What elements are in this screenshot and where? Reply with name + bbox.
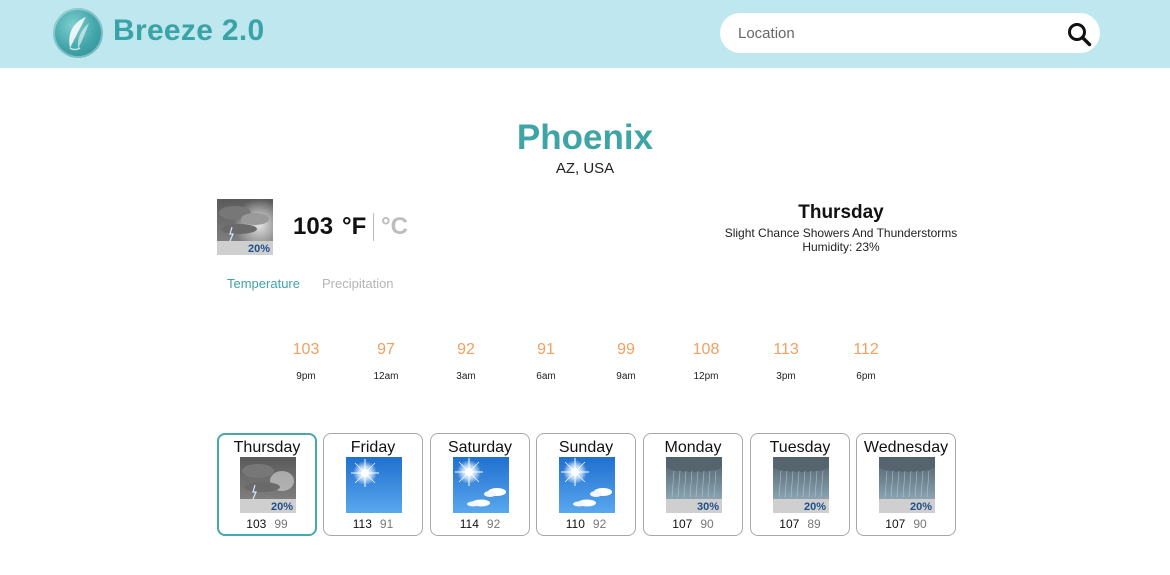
thunderstorm-icon: 20% [217,199,273,255]
day-low: 90 [913,517,927,531]
day-high: 103 [246,517,267,531]
hourly-item: 92 3am [436,341,496,382]
hourly-time: 9am [616,371,636,382]
hourly-item: 99 9am [596,341,656,382]
current-day: Thursday [798,202,884,223]
hourly-temp: 91 [537,341,555,358]
day-high: 110 [565,517,585,531]
day-name: Tuesday [769,439,831,456]
unit-celsius-toggle[interactable]: °C [381,213,408,241]
sunny-icon [346,457,402,513]
hourly-temp: 92 [457,341,475,358]
search-icon[interactable] [1066,21,1092,47]
day-low: 90 [700,517,714,531]
current-temperature: 103 [293,213,334,240]
hourly-time: 12pm [693,371,719,382]
day-high: 107 [779,517,800,531]
breeze-logo-icon[interactable] [53,8,103,58]
day-temps: 107 89 [751,517,849,531]
hourly-time: 9pm [296,371,316,382]
thunderstorm-icon: 20% [240,457,296,513]
brand-title[interactable]: Breeze 2.0 [113,14,264,48]
day-name: Sunday [558,439,614,456]
current-condition: Slight Chance Showers And Thunderstorms [724,226,958,240]
precip-chance-label: 20% [804,501,826,513]
precip-chance-label: 20% [271,501,293,513]
location-search-input[interactable] [738,21,1058,45]
day-high: 107 [885,517,906,531]
search-bar [720,13,1100,53]
day-name: Saturday [447,439,513,456]
day-temps: 114 92 [431,517,529,531]
day-card-thursday[interactable]: Thursday 20% 103 99 [217,433,317,536]
day-high: 107 [672,517,693,531]
current-summary: Thursday Slight Chance Showers And Thund… [700,202,982,254]
day-card-saturday[interactable]: Saturday 114 92 [430,433,530,536]
precip-chance-label: 20% [248,243,270,255]
day-high: 113 [352,517,372,531]
hourly-time: 6am [536,371,556,382]
hourly-temp: 97 [377,341,395,358]
day-name: Wednesday [863,439,949,456]
day-low: 92 [486,517,501,531]
rain-icon: 30% [666,457,722,513]
sunny-cloud-icon [559,457,615,513]
day-temps: 110 92 [537,517,635,531]
day-card-friday[interactable]: Friday 113 91 [323,433,423,536]
hourly-item: 91 6am [516,341,576,382]
hourly-time: 3am [456,371,476,382]
hourly-item: 103 9pm [276,341,336,382]
day-name: Thursday [233,439,301,456]
day-name: Monday [664,439,722,456]
unit-divider [373,213,374,241]
top-header: Breeze 2.0 [0,0,1170,68]
day-low: 92 [592,517,607,531]
day-low: 99 [274,517,288,531]
day-card-wednesday[interactable]: Wednesday 20% 107 90 [856,433,956,536]
day-card-sunday[interactable]: Sunday 110 92 [536,433,636,536]
day-temps: 103 99 [219,517,315,531]
rain-icon: 20% [773,457,829,513]
sunny-cloud-icon [453,457,509,513]
rain-icon: 20% [879,457,935,513]
hourly-item: 97 12am [356,341,416,382]
hourly-temp: 108 [692,341,720,358]
hourly-item: 112 6pm [836,341,896,382]
region-name: AZ, USA [555,160,615,177]
current-humidity: Humidity: 23% [802,240,880,254]
hourly-temp: 99 [617,341,635,358]
hourly-time: 12am [373,371,399,382]
tab-precipitation[interactable]: Precipitation [322,276,394,291]
day-card-monday[interactable]: Monday 30% 107 90 [643,433,743,536]
precip-chance-label: 30% [697,501,719,513]
day-low: 89 [807,517,821,531]
city-name: Phoenix [516,118,654,157]
day-low: 91 [379,517,394,531]
day-high: 114 [459,517,479,531]
hourly-temp: 103 [292,341,320,358]
day-card-tuesday[interactable]: Tuesday 20% 107 89 [750,433,850,536]
hourly-time: 6pm [856,371,876,382]
tab-temperature[interactable]: Temperature [227,276,300,291]
unit-fahrenheit-toggle[interactable]: °F [342,213,366,241]
hourly-item: 108 12pm [676,341,736,382]
hourly-temp: 112 [853,341,879,358]
day-temps: 107 90 [857,517,955,531]
hourly-temp: 113 [773,341,799,358]
hourly-item: 113 3pm [756,341,816,382]
hourly-time: 3pm [776,371,796,382]
day-temps: 113 91 [324,517,422,531]
day-temps: 107 90 [644,517,742,531]
precip-chance-label: 20% [910,501,932,513]
day-name: Friday [350,439,396,456]
